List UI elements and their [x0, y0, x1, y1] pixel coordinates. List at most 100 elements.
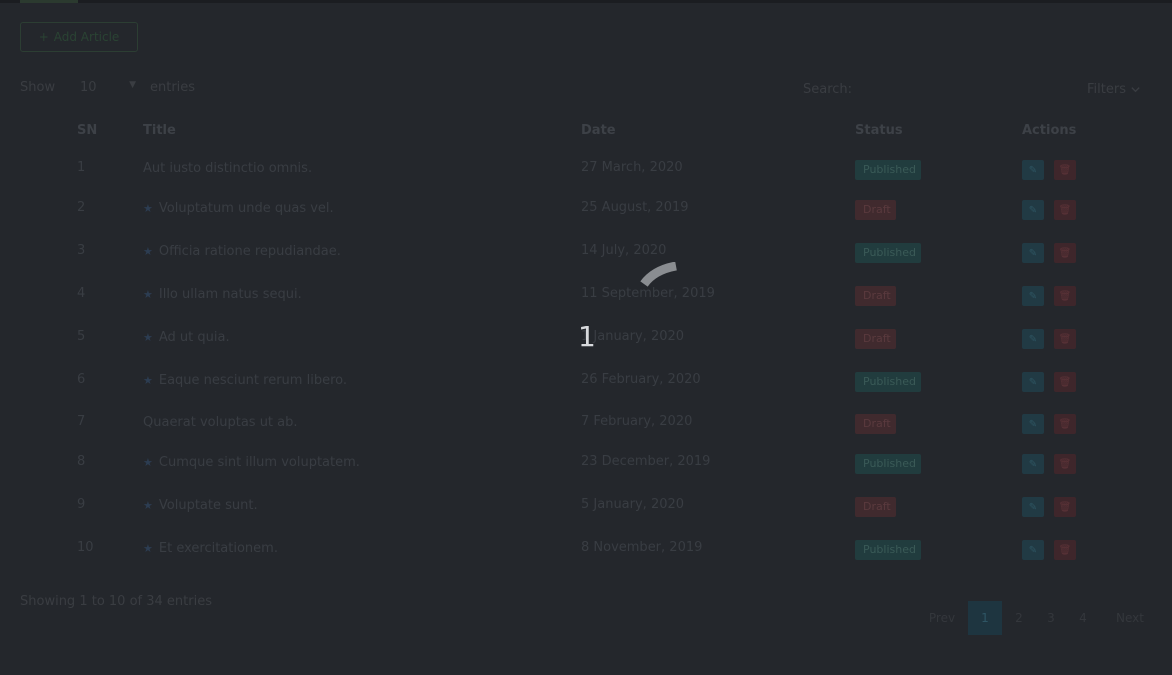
row-date: 27 March, 2020	[581, 160, 683, 175]
table-row[interactable]: 9 ★ Voluptate sunt. 5 January, 2020 Draft ✎ 🗑	[0, 497, 1172, 537]
row-date: 14 July, 2020	[581, 243, 667, 258]
trash-icon[interactable]: 🗑	[1054, 454, 1076, 474]
column-header-actions: Actions	[1022, 123, 1077, 138]
table-row[interactable]: 3 ★ Officia ratione repudiandae. 14 July, 2…	[0, 243, 1172, 283]
row-sn: 10	[77, 540, 94, 555]
pagination-page-1[interactable]: 1	[968, 601, 1002, 635]
row-title-text: Officia ratione repudiandae.	[158, 244, 341, 259]
row-title[interactable]: Aut iusto distinctio omnis.	[143, 161, 312, 176]
table-row[interactable]: 7 Quaerat voluptas ut ab. 7 February, 2020…	[0, 414, 1172, 454]
row-date: 7 February, 2020	[581, 414, 693, 429]
column-header-date[interactable]: Date	[581, 123, 616, 138]
edit-icon[interactable]: ✎	[1022, 286, 1044, 306]
row-title-text: Cumque sint illum voluptatem.	[158, 455, 360, 470]
column-header-title[interactable]: Title	[143, 123, 176, 138]
star-icon: ★	[143, 245, 153, 258]
table-row[interactable]: 6 ★ Eaque nesciunt rerum libero. 26 Februar…	[0, 372, 1172, 412]
trash-icon[interactable]: 🗑	[1054, 243, 1076, 263]
loading-counter: 1	[578, 320, 596, 353]
pagination-page-4[interactable]: 4	[1068, 601, 1098, 635]
row-title-text: Voluptatum unde quas vel.	[158, 201, 334, 216]
page-length-select[interactable]: 10 ▼	[72, 76, 138, 102]
row-title[interactable]: ★ Voluptatum unde quas vel.	[143, 201, 334, 216]
row-date: 8 November, 2019	[581, 540, 703, 555]
trash-icon[interactable]: 🗑	[1054, 200, 1076, 220]
edit-icon[interactable]: ✎	[1022, 497, 1044, 517]
pagination-prev[interactable]: Prev	[924, 601, 960, 635]
status-badge: Published	[855, 540, 921, 560]
row-sn: 5	[77, 329, 86, 344]
show-label: Show	[20, 80, 56, 95]
status-badge: Published	[855, 160, 921, 180]
row-sn: 6	[77, 372, 86, 387]
plus-icon: +	[38, 30, 49, 44]
pagination-next[interactable]: Next	[1110, 601, 1150, 635]
row-title-text: Aut iusto distinctio omnis.	[143, 161, 313, 176]
column-header-status[interactable]: Status	[855, 123, 903, 138]
trash-icon[interactable]: 🗑	[1054, 329, 1076, 349]
edit-icon[interactable]: ✎	[1022, 160, 1044, 180]
row-title[interactable]: ★ Et exercitationem.	[143, 541, 278, 556]
trash-icon[interactable]: 🗑	[1054, 160, 1076, 180]
row-sn: 7	[77, 414, 86, 429]
edit-icon[interactable]: ✎	[1022, 200, 1044, 220]
star-icon: ★	[143, 202, 153, 215]
star-icon: ★	[143, 542, 153, 555]
row-sn: 4	[77, 286, 86, 301]
filters-toggle[interactable]: Filters	[1087, 82, 1141, 97]
loading-spinner-icon	[640, 262, 677, 287]
status-badge: Draft	[855, 200, 896, 220]
status-badge: Draft	[855, 414, 896, 434]
edit-icon[interactable]: ✎	[1022, 372, 1044, 392]
trash-icon[interactable]: 🗑	[1054, 414, 1076, 434]
status-badge: Draft	[855, 329, 896, 349]
row-date: 26 February, 2020	[581, 372, 701, 387]
add-article-label: Add Article	[53, 30, 120, 44]
trash-icon[interactable]: 🗑	[1054, 372, 1076, 392]
row-date: 5 January, 2020	[581, 497, 685, 512]
row-title-text: Voluptate sunt.	[158, 498, 258, 513]
row-title-text: Illo ullam natus sequi.	[158, 287, 302, 302]
trash-icon[interactable]: 🗑	[1054, 286, 1076, 306]
status-badge: Published	[855, 243, 921, 263]
row-title[interactable]: Quaerat voluptas ut ab.	[143, 415, 298, 430]
table-row[interactable]: 2 ★ Voluptatum unde quas vel. 25 August, 20…	[0, 200, 1172, 240]
row-sn: 8	[77, 454, 86, 469]
trash-icon[interactable]: 🗑	[1054, 497, 1076, 517]
row-date: 25 August, 2019	[581, 200, 689, 215]
row-title[interactable]: ★ Officia ratione repudiandae.	[143, 244, 341, 259]
entries-label: entries	[150, 80, 196, 95]
trash-icon[interactable]: 🗑	[1054, 540, 1076, 560]
row-title[interactable]: ★ Illo ullam natus sequi.	[143, 287, 302, 302]
row-date: 23 December, 2019	[581, 454, 711, 469]
edit-icon[interactable]: ✎	[1022, 243, 1044, 263]
row-title[interactable]: ★ Eaque nesciunt rerum libero.	[143, 373, 347, 388]
row-title[interactable]: ★ Cumque sint illum voluptatem.	[143, 455, 360, 470]
table-row[interactable]: 1 Aut iusto distinctio omnis. 27 March, 20…	[0, 160, 1172, 200]
row-title[interactable]: ★ Ad ut quia.	[143, 330, 230, 345]
row-sn: 3	[77, 243, 86, 258]
top-tab-indicator	[20, 0, 78, 3]
search-label: Search:	[803, 82, 853, 97]
star-icon: ★	[143, 331, 153, 344]
edit-icon[interactable]: ✎	[1022, 329, 1044, 349]
pagination-page-2[interactable]: 2	[1004, 601, 1034, 635]
pagination-page-3[interactable]: 3	[1036, 601, 1066, 635]
row-date: 1 January, 2020	[581, 329, 685, 344]
row-title-text: Ad ut quia.	[158, 330, 230, 345]
status-badge: Draft	[855, 497, 896, 517]
table-row[interactable]: 8 ★ Cumque sint illum voluptatem. 23 Decemb…	[0, 454, 1172, 494]
row-title[interactable]: ★ Voluptate sunt.	[143, 498, 258, 513]
table-row[interactable]: 10 ★ Et exercitationem. 8 November, 2019 Pub…	[0, 540, 1172, 580]
edit-icon[interactable]: ✎	[1022, 540, 1044, 560]
star-icon: ★	[143, 456, 153, 469]
filters-label: Filters	[1087, 82, 1126, 97]
status-badge: Draft	[855, 286, 896, 306]
row-sn: 2	[77, 200, 86, 215]
edit-icon[interactable]: ✎	[1022, 454, 1044, 474]
top-bar	[0, 0, 1172, 3]
add-article-button[interactable]: + Add Article	[20, 22, 138, 52]
edit-icon[interactable]: ✎	[1022, 414, 1044, 434]
column-header-sn[interactable]: SN	[77, 123, 97, 138]
star-icon: ★	[143, 374, 153, 387]
